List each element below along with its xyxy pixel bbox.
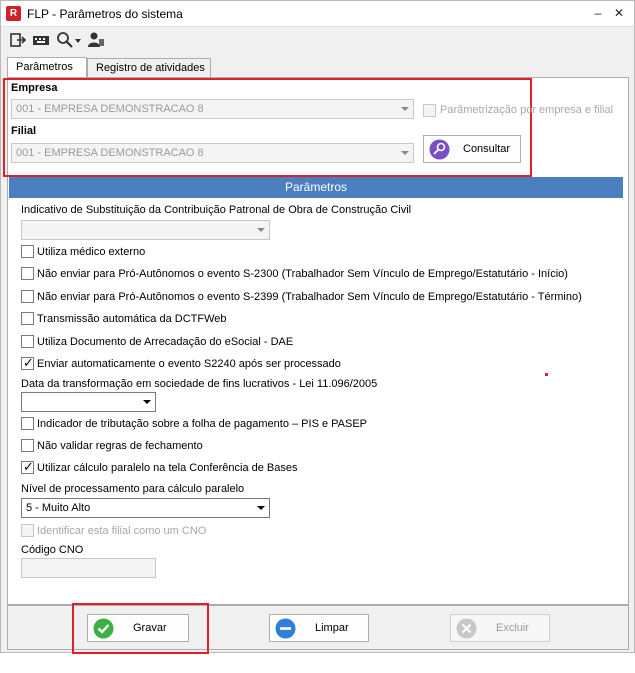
calculo-paralelo-checkbox[interactable]: ✓ bbox=[21, 459, 34, 474]
cno-checkbox[interactable] bbox=[21, 524, 34, 537]
dae-label: Utiliza Documento de Arrecadação do eSoc… bbox=[37, 336, 294, 348]
minimize-icon[interactable]: – bbox=[591, 6, 605, 20]
dctfweb-label: Transmissão automática da DCTFWeb bbox=[37, 313, 227, 325]
nao-enviar-s2300-label: Não enviar para Pró-Autônomos o evento S… bbox=[37, 268, 568, 280]
data-transformacao-select[interactable] bbox=[21, 392, 156, 412]
param-empresa-filial-label: Parâmetrização por empresa e filial bbox=[440, 104, 614, 116]
substituicao-select[interactable] bbox=[21, 220, 270, 240]
window-title: FLP - Parâmetros do sistema bbox=[27, 7, 183, 21]
pis-pasep-label: Indicador de tributação sobre a folha de… bbox=[37, 418, 368, 430]
limpar-button[interactable]: Limpar bbox=[269, 614, 369, 642]
s2240-checkbox[interactable]: ✓ bbox=[21, 355, 34, 370]
codigo-cno-input[interactable] bbox=[21, 558, 156, 578]
toolbar bbox=[1, 28, 634, 52]
user-icon[interactable] bbox=[87, 31, 105, 49]
checkmark-icon: ✓ bbox=[23, 355, 34, 370]
chevron-down-icon bbox=[401, 107, 409, 111]
consultar-button[interactable]: Consultar bbox=[423, 135, 521, 163]
substituicao-label: Indicativo de Substituição da Contribuiç… bbox=[21, 204, 412, 216]
limpar-label: Limpar bbox=[315, 622, 349, 634]
nivel-value: 5 - Muito Alto bbox=[26, 502, 91, 514]
close-circle-icon bbox=[456, 618, 477, 639]
param-empresa-filial-checkbox[interactable] bbox=[423, 104, 436, 117]
medico-externo-checkbox[interactable] bbox=[21, 245, 34, 258]
nao-enviar-s2399-label: Não enviar para Pró-Autônomos o evento S… bbox=[37, 291, 582, 303]
keyboard-icon[interactable] bbox=[32, 31, 50, 49]
empresa-select[interactable]: 001 - EMPRESA DEMONSTRACAO 8 bbox=[11, 99, 414, 119]
chevron-down-icon bbox=[401, 151, 409, 155]
check-circle-icon bbox=[93, 618, 114, 639]
dctfweb-checkbox[interactable] bbox=[21, 312, 34, 325]
codigo-cno-label: Código CNO bbox=[21, 544, 84, 556]
close-icon[interactable]: ✕ bbox=[612, 6, 626, 20]
key-search-icon bbox=[429, 139, 450, 160]
app-icon: R bbox=[6, 6, 21, 21]
gravar-button[interactable]: Gravar bbox=[87, 614, 189, 642]
tab-registro-atividades[interactable]: Registro de atividades bbox=[87, 58, 211, 78]
chevron-down-icon bbox=[143, 400, 151, 404]
calculo-paralelo-label: Utilizar cálculo paralelo na tela Confer… bbox=[37, 462, 298, 474]
nao-validar-checkbox[interactable] bbox=[21, 439, 34, 452]
pis-pasep-checkbox[interactable] bbox=[21, 417, 34, 430]
consultar-label: Consultar bbox=[463, 143, 511, 155]
cno-checkbox-label: Identificar esta filial como um CNO bbox=[37, 525, 207, 537]
filial-value: 001 - EMPRESA DEMONSTRACAO 8 bbox=[16, 147, 204, 159]
search-icon[interactable] bbox=[56, 31, 74, 49]
exit-icon[interactable] bbox=[9, 31, 27, 49]
nao-validar-label: Não validar regras de fechamento bbox=[37, 440, 203, 452]
gravar-label: Gravar bbox=[133, 622, 167, 634]
empresa-label: Empresa bbox=[11, 82, 58, 94]
chevron-down-icon bbox=[257, 506, 265, 510]
nivel-select[interactable]: 5 - Muito Alto bbox=[21, 498, 270, 518]
tab-parametros[interactable]: Parâmetros bbox=[7, 57, 87, 78]
section-header-parametros: Parâmetros bbox=[9, 177, 623, 198]
marker-dot bbox=[545, 373, 548, 376]
chevron-down-icon bbox=[257, 228, 265, 232]
empresa-value: 001 - EMPRESA DEMONSTRACAO 8 bbox=[16, 103, 204, 115]
nao-enviar-s2300-checkbox[interactable] bbox=[21, 267, 34, 280]
chevron-down-icon[interactable] bbox=[75, 39, 81, 43]
medico-externo-label: Utiliza médico externo bbox=[37, 246, 146, 258]
title-bar: R FLP - Parâmetros do sistema – ✕ bbox=[1, 1, 634, 27]
nao-enviar-s2399-checkbox[interactable] bbox=[21, 290, 34, 303]
minus-circle-icon bbox=[275, 618, 296, 639]
filial-select[interactable]: 001 - EMPRESA DEMONSTRACAO 8 bbox=[11, 143, 414, 163]
excluir-button[interactable]: Excluir bbox=[450, 614, 550, 642]
main-window: R FLP - Parâmetros do sistema – ✕ Parâme… bbox=[0, 0, 635, 654]
excluir-label: Excluir bbox=[496, 622, 530, 634]
nivel-label: Nível de processamento para cálculo para… bbox=[21, 483, 245, 495]
filial-label: Filial bbox=[11, 125, 37, 137]
s2240-label: Enviar automaticamente o evento S2240 ap… bbox=[37, 358, 341, 370]
checkmark-icon: ✓ bbox=[23, 459, 34, 474]
data-transformacao-label: Data da transformação em sociedade de fi… bbox=[21, 378, 378, 390]
dae-checkbox[interactable] bbox=[21, 335, 34, 348]
